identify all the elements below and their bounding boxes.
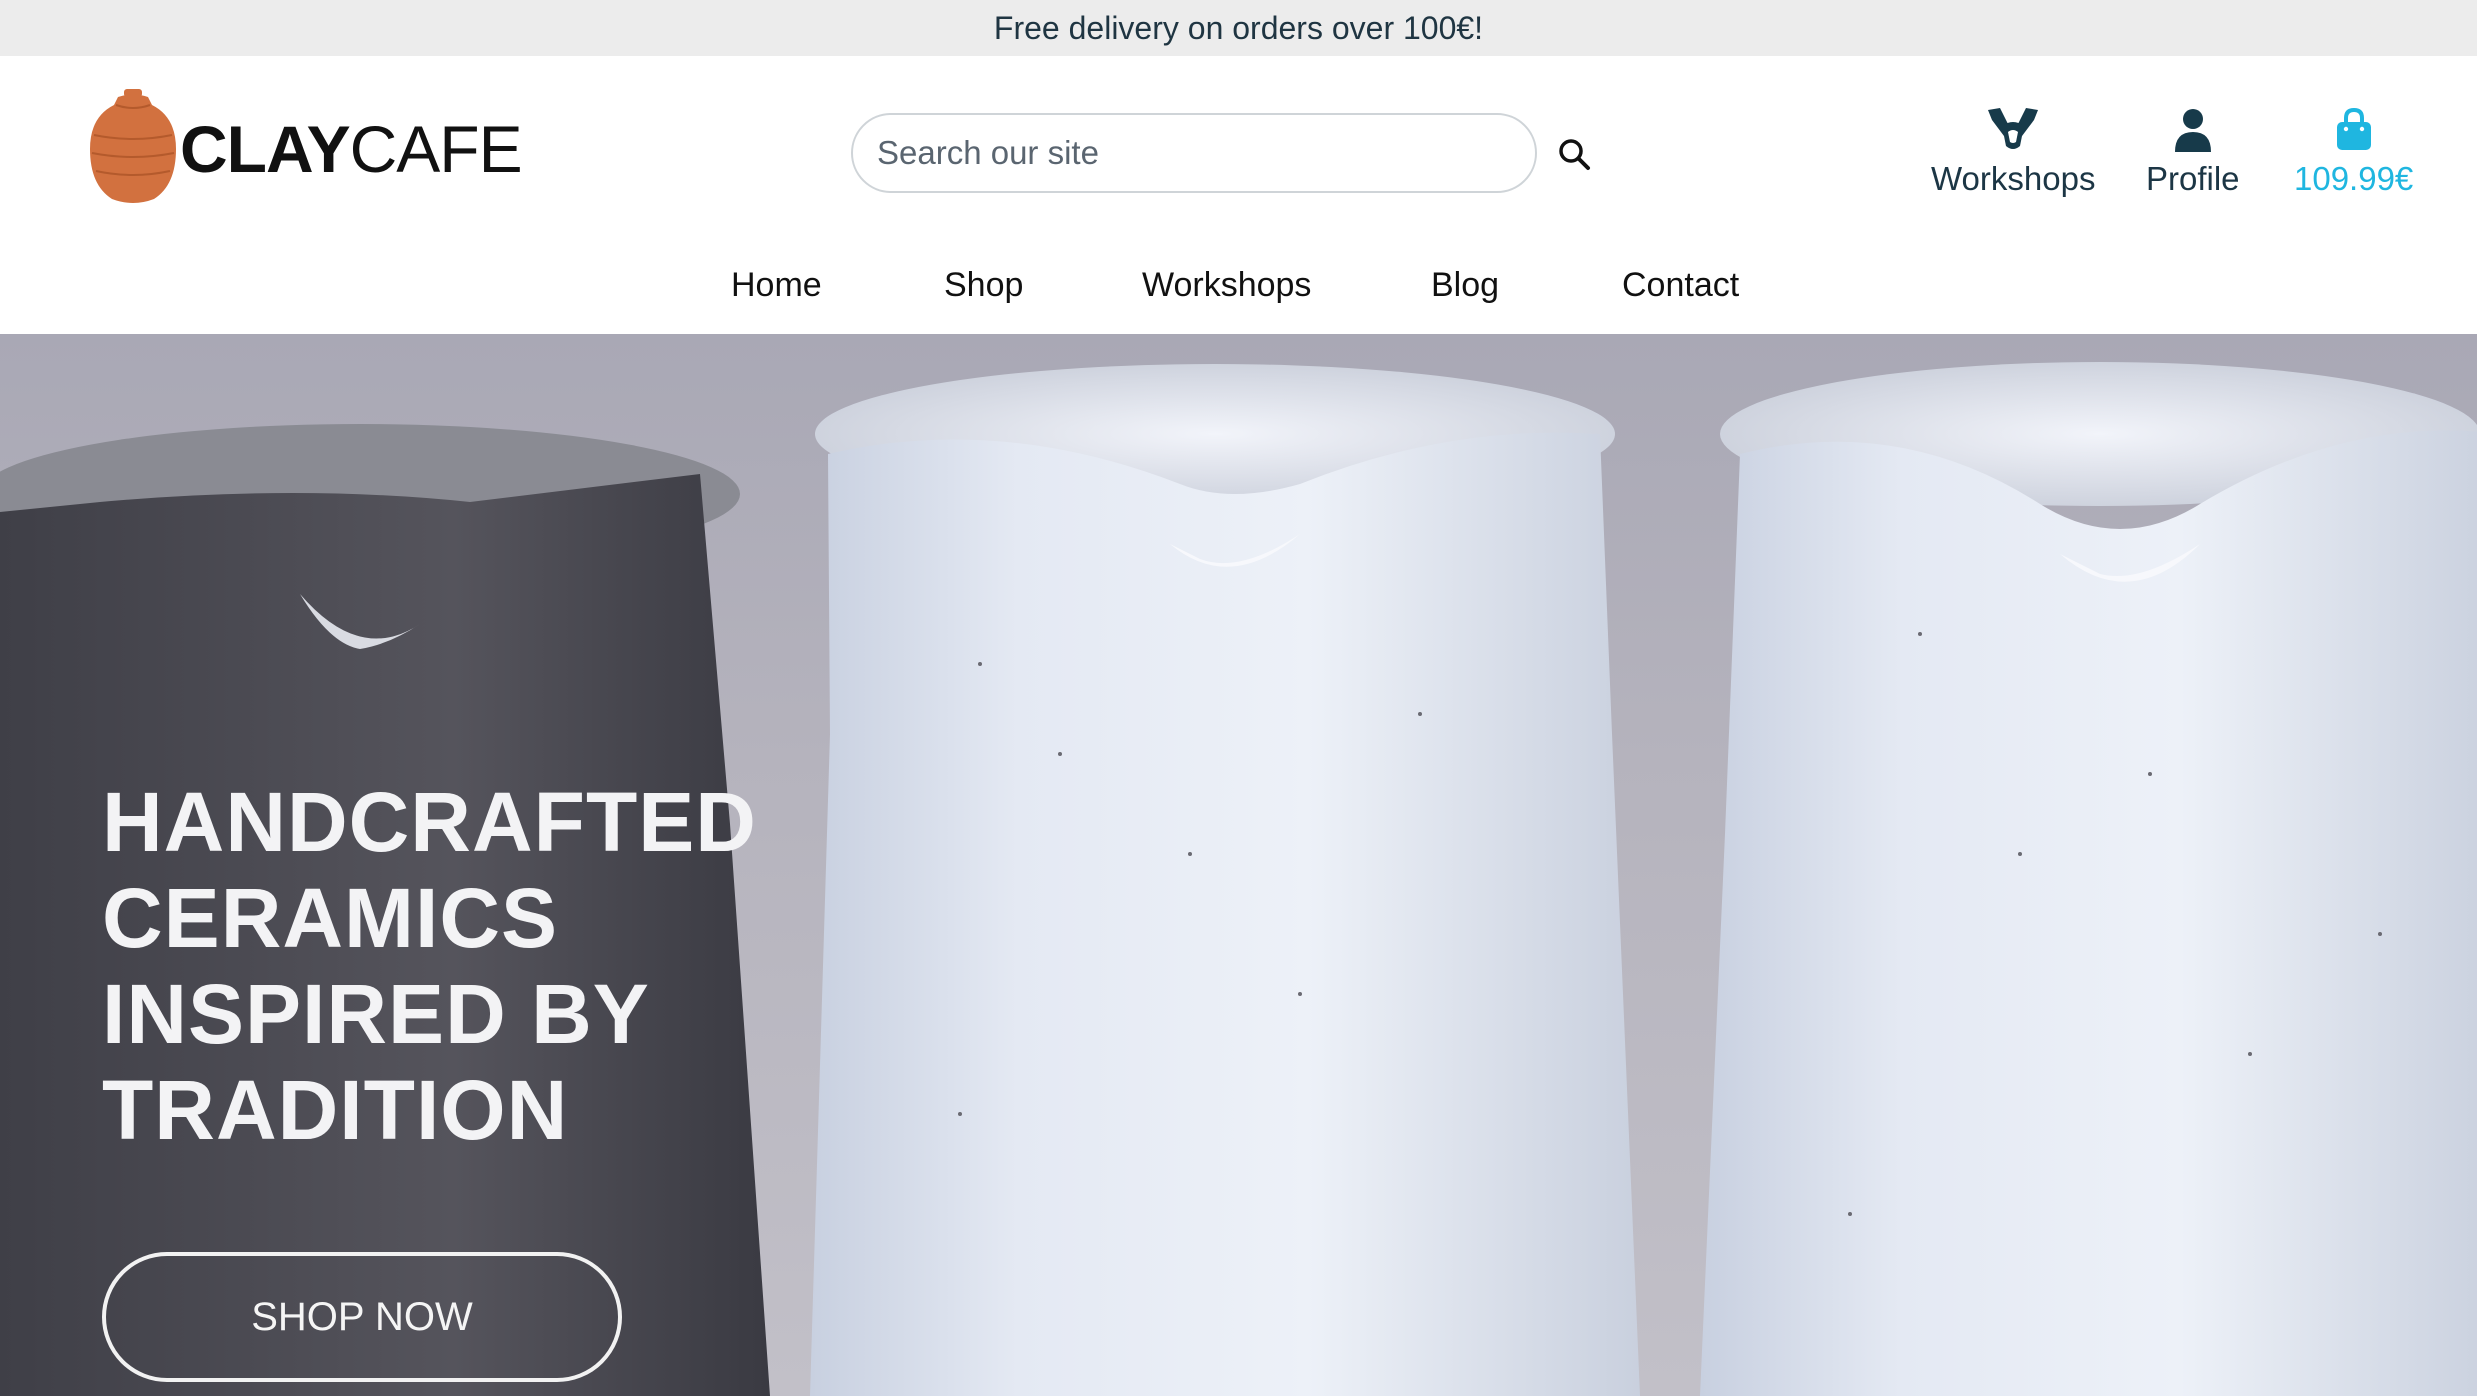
- nav-home[interactable]: Home: [731, 266, 822, 305]
- nav-shop[interactable]: Shop: [944, 266, 1023, 305]
- hands-icon: [1988, 108, 2039, 149]
- clay-pot-icon: [90, 89, 176, 203]
- hero-title-line: TRADITION: [102, 1063, 569, 1157]
- hero-banner: HANDCRAFTED CERAMICS INSPIRED BY TRADITI…: [0, 334, 2477, 1396]
- logo[interactable]: CLAYCAFE: [88, 76, 523, 216]
- search-input[interactable]: [877, 134, 1477, 172]
- shopping-bag-icon: [2336, 108, 2371, 150]
- user-icon: [2174, 109, 2211, 152]
- nav-contact[interactable]: Contact: [1622, 266, 1739, 305]
- shop-now-button[interactable]: SHOP NOW: [102, 1252, 622, 1382]
- workshops-label: Workshops: [1931, 160, 2096, 197]
- profile-link[interactable]: Profile: [2146, 102, 2240, 198]
- hero-title-line: INSPIRED BY: [102, 967, 650, 1061]
- nav-workshops[interactable]: Workshops: [1142, 266, 1311, 305]
- workshops-link[interactable]: Workshops: [1931, 102, 2095, 198]
- cart-total: 109.99€: [2294, 160, 2414, 197]
- hero-title: HANDCRAFTED CERAMICS INSPIRED BY TRADITI…: [102, 774, 802, 1158]
- search-box: [851, 113, 1537, 193]
- logo-text: CLAYCAFE: [180, 112, 523, 186]
- hero-title-line: HANDCRAFTED: [102, 775, 757, 869]
- search-button[interactable]: [1550, 130, 1598, 178]
- promo-banner: Free delivery on orders over 100€!: [0, 0, 2477, 56]
- profile-label: Profile: [2146, 160, 2240, 197]
- promo-text: Free delivery on orders over 100€!: [993, 9, 1484, 46]
- site-header: CLAYCAFE Workshops Profile: [0, 56, 2477, 334]
- nav-blog[interactable]: Blog: [1431, 266, 1499, 305]
- cart-link[interactable]: 109.99€: [2294, 102, 2413, 198]
- shop-now-label: SHOP NOW: [251, 1294, 473, 1339]
- search-icon: [1559, 139, 1590, 170]
- main-nav: Home Shop Workshops Blog Contact: [0, 256, 2477, 332]
- hero-title-line: CERAMICS: [102, 871, 559, 965]
